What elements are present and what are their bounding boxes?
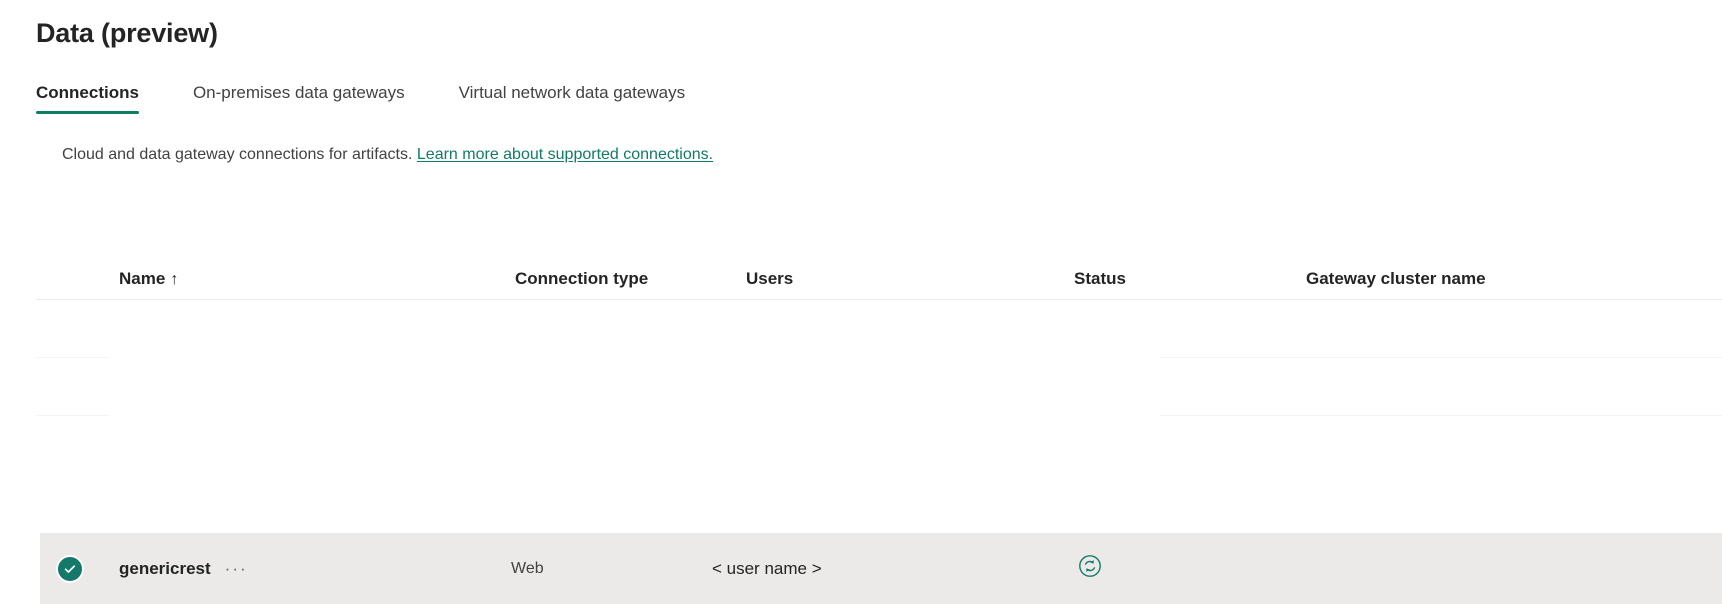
learn-more-link[interactable]: Learn more about supported connections. <box>417 146 713 163</box>
column-header-connection-type[interactable]: Connection type <box>515 269 648 289</box>
row-connection-type-label: Web <box>511 560 544 578</box>
table-row-placeholder <box>0 416 1722 474</box>
tab-connections[interactable]: Connections <box>36 82 151 114</box>
row-cell-status[interactable] <box>1077 533 1103 604</box>
tabstrip: Connections On-premises data gateways Vi… <box>36 82 697 122</box>
tab-virtual-network-data-gateways-label: Virtual network data gateways <box>459 83 685 102</box>
tab-connections-label: Connections <box>36 83 139 102</box>
row-cell-name[interactable]: genericrest ··· <box>119 533 248 604</box>
row-cell-users: < user name > <box>712 533 822 604</box>
description-label: Cloud and data gateway connections for a… <box>62 146 412 163</box>
tab-on-premises-data-gateways[interactable]: On-premises data gateways <box>181 82 417 114</box>
connections-table: Name ↑ Connection type Users Status Gatew… <box>0 246 1722 474</box>
column-header-users[interactable]: Users <box>746 269 793 289</box>
description-text: Cloud and data gateway connections for a… <box>62 144 713 166</box>
column-header-gateway-cluster-name[interactable]: Gateway cluster name <box>1306 269 1486 289</box>
row-users-label: < user name > <box>712 559 822 579</box>
row-name-label: genericrest <box>119 559 211 579</box>
table-header-row: Name ↑ Connection type Users Status Gatew… <box>36 246 1722 300</box>
tab-active-indicator <box>36 111 139 114</box>
column-header-name-label: Name <box>119 269 165 288</box>
column-header-users-label: Users <box>746 269 793 288</box>
tab-on-premises-data-gateways-label: On-premises data gateways <box>193 83 405 102</box>
page-title: Data (preview) <box>36 16 218 50</box>
table-row-placeholder <box>0 300 1722 358</box>
row-select-cell[interactable] <box>56 533 84 604</box>
check-circle-icon[interactable] <box>56 555 84 583</box>
table-row[interactable]: genericrest ··· Web < user name > <box>40 533 1722 604</box>
tab-virtual-network-data-gateways[interactable]: Virtual network data gateways <box>447 82 697 114</box>
column-header-status-label: Status <box>1074 269 1126 288</box>
column-header-gateway-cluster-name-label: Gateway cluster name <box>1306 269 1486 288</box>
table-row-placeholder <box>0 358 1722 416</box>
column-header-status[interactable]: Status <box>1074 269 1126 289</box>
column-header-connection-type-label: Connection type <box>515 269 648 288</box>
refresh-circle-icon[interactable] <box>1077 553 1103 584</box>
row-more-options-icon[interactable]: ··· <box>225 559 248 579</box>
sort-ascending-icon[interactable]: ↑ <box>170 271 178 288</box>
column-header-name[interactable]: Name ↑ <box>119 269 178 289</box>
row-cell-connection-type: Web <box>511 533 544 604</box>
